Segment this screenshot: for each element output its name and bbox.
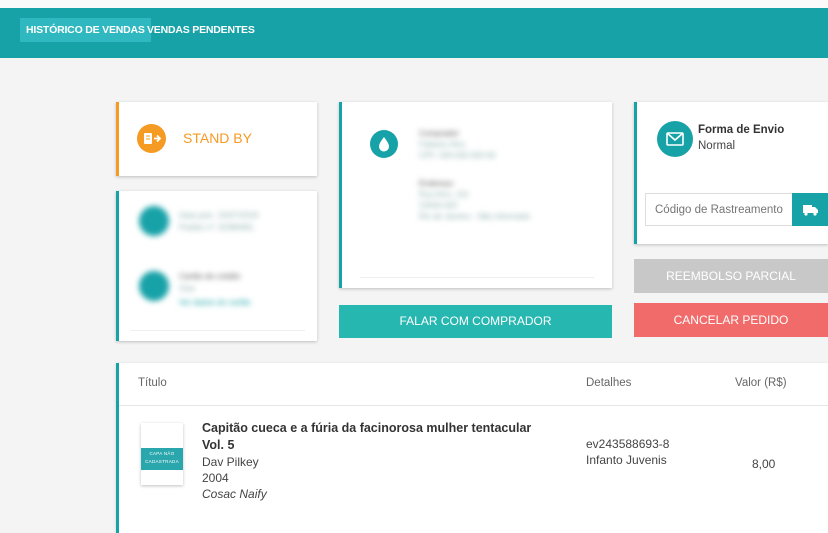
contact-buyer-button[interactable]: FALAR COM COMPRADOR — [339, 305, 612, 338]
tab-sales-history[interactable]: HISTÓRICO DE VENDAS — [20, 18, 151, 42]
divider — [131, 330, 305, 331]
book-year: 2004 — [202, 471, 229, 485]
tab-pending-sales[interactable]: VENDAS PENDENTES — [141, 18, 261, 42]
item-code: ev243588693-8 — [586, 437, 670, 451]
card-details-link[interactable]: Ver dados do cartão — [179, 297, 251, 309]
order-info-card: Data ped.: 20/07/2018 Pedido nº: 3238948… — [116, 191, 317, 341]
book-title: Capitão cueca e a fúria da facinorosa mu… — [202, 421, 532, 435]
main-navbar: HISTÓRICO DE VENDAS VENDAS PENDENTES — [0, 8, 828, 58]
item-category: Infanto Juvenis — [586, 453, 667, 467]
column-header-title: Título — [138, 377, 167, 389]
tracking-code-input[interactable] — [645, 193, 792, 226]
table-row: CAPA NÃO CADASTRADA Capitão cueca e a fú… — [119, 407, 828, 533]
truck-icon — [803, 205, 818, 216]
status-label: STAND BY — [183, 130, 252, 146]
buyer-card: Comprador Fabiano Alvo CPF: 000.000.000-… — [339, 102, 612, 288]
column-header-details: Detalhes — [586, 377, 632, 389]
address-line-1: Rua Alvo, 110 — [419, 190, 469, 199]
shipping-title: Forma de Envio — [698, 124, 785, 136]
column-header-value: Valor (R$) — [735, 377, 787, 389]
cover-text-1: CAPA NÃO — [149, 451, 175, 456]
top-strip — [0, 0, 828, 8]
track-button[interactable] — [792, 193, 828, 226]
envelope-icon — [657, 121, 693, 157]
book-publisher: Cosac Naify — [202, 487, 267, 501]
buyer-name: Fabiano Alvo — [419, 140, 466, 149]
status-card: STAND BY — [116, 102, 317, 176]
items-table: Título Detalhes Valor (R$) CAPA NÃO CADA… — [116, 363, 828, 533]
drop-icon — [370, 130, 398, 158]
order-date: Data ped.: 20/07/2018 — [179, 211, 259, 220]
book-volume: Vol. 5 — [202, 438, 235, 452]
payment-title: Cartão de crédito — [179, 272, 241, 281]
address-line-2: 22000-000 — [419, 201, 458, 210]
book-arrow-icon — [137, 124, 166, 153]
cover-text-2: CADASTRADA — [145, 459, 179, 464]
payment-method: Visa — [179, 284, 195, 293]
book-cover: CAPA NÃO CADASTRADA — [141, 423, 183, 485]
cancel-order-button[interactable]: CANCELAR PEDIDO — [634, 303, 828, 337]
calendar-icon — [139, 206, 169, 236]
credit-card-icon — [139, 271, 169, 301]
address-title: Endereço — [419, 179, 454, 188]
shipping-method: Normal — [698, 140, 736, 152]
address-line-3: Rio de Janeiro - Não informado — [419, 212, 531, 221]
divider — [360, 277, 594, 278]
table-header: Título Detalhes Valor (R$) — [119, 363, 828, 406]
book-author: Dav Pilkey — [202, 455, 259, 469]
buyer-cpf: CPF: 000.000.000-00 — [419, 151, 496, 160]
buyer-title: Comprador — [419, 129, 460, 138]
shipping-card: Forma de Envio Normal — [634, 102, 828, 244]
order-number: Pedido nº: 32389481 — [179, 223, 254, 232]
partial-refund-button[interactable]: REEMBOLSO PARCIAL — [634, 259, 828, 293]
item-value: 8,00 — [752, 457, 776, 471]
